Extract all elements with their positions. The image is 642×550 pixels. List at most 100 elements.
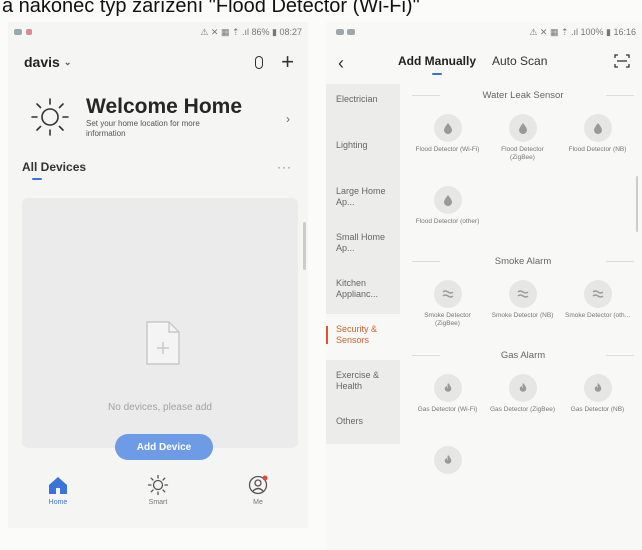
bottom-tab-bar: Home Smart Me (8, 466, 308, 528)
home-name: davis (24, 54, 60, 70)
flame-icon (433, 446, 462, 474)
category-item-electrician[interactable]: Electrician (326, 84, 400, 130)
empty-devices-panel: No devices, please add Add Device (22, 198, 298, 460)
device-content: Water Leak Sensor Flood Detector (Wi-Fi)… (404, 84, 642, 510)
chevron-right-icon: › (286, 112, 290, 126)
device-item[interactable]: Smoke Detector (NB) (485, 272, 560, 344)
tab-label: Home (48, 499, 68, 506)
smoke-icon (583, 280, 612, 308)
scrollbar (636, 176, 638, 232)
category-list: Electrician Lighting Large Home Ap... Sm… (326, 84, 400, 444)
status-icons (14, 29, 32, 35)
device-grid: Flood Detector (Wi-Fi) Flood Detector (Z… (404, 106, 642, 250)
water-drop-icon (508, 114, 537, 142)
water-drop-icon (433, 186, 462, 214)
water-drop-icon (583, 114, 612, 142)
caption-text: a nakonec typ zařízení "Flood Detector (… (2, 0, 420, 17)
device-label: Smoke Detector (ZigBee) (424, 312, 471, 327)
profile-icon (248, 475, 268, 495)
device-label: Gas Detector (Wi-Fi) (417, 406, 478, 413)
device-item[interactable]: Smoke Detector (oth... (560, 272, 635, 344)
home-screen: ⚠ ✕ ▦ ⇡ .ıl 86% ▮ 08:27 davis ⌄ + Welcom… (8, 22, 308, 528)
smoke-icon (508, 280, 537, 308)
device-item[interactable] (410, 438, 485, 510)
notification-icon (26, 29, 32, 35)
tab-smart[interactable]: Smart (128, 474, 188, 506)
device-label: Flood Detector (other) (415, 218, 480, 225)
home-header: davis ⌄ + (8, 42, 308, 82)
notification-icon (14, 29, 22, 35)
tab-me[interactable]: Me (228, 474, 288, 506)
device-item[interactable]: Smoke Detector (ZigBee) (410, 272, 485, 344)
scan-icon[interactable] (614, 54, 630, 68)
flame-icon (433, 374, 462, 402)
tab-underline (432, 73, 442, 75)
tab-label: Smart (148, 499, 168, 506)
back-arrow-icon[interactable]: ‹ (326, 53, 356, 74)
device-label: Gas Detector (ZigBee) (489, 406, 556, 413)
device-item[interactable]: Gas Detector (ZigBee) (485, 366, 560, 438)
chevron-down-icon: ⌄ (63, 56, 72, 67)
section-title: Gas Alarm (500, 349, 546, 361)
status-icons (336, 27, 355, 37)
category-item-security-sensors[interactable]: Security & Sensors (326, 314, 400, 360)
device-item[interactable]: Flood Detector (Wi-Fi) (410, 106, 485, 178)
category-item-exercise-health[interactable]: Exercise & Health (326, 360, 400, 406)
device-item[interactable]: Flood Detector (NB) (560, 106, 635, 178)
device-grid: Gas Detector (Wi-Fi) Gas Detector (ZigBe… (404, 366, 642, 510)
section-header: Gas Alarm (404, 344, 642, 366)
nav-header: ‹ Add Manually Auto Scan (326, 42, 642, 84)
device-label: Flood Detector (NB) (568, 146, 627, 153)
device-label: Flood Detector (Wi-Fi) (415, 146, 480, 153)
home-icon (49, 477, 67, 494)
add-file-icon (146, 321, 180, 365)
category-item-others[interactable]: Others (326, 406, 400, 452)
device-item[interactable]: Flood Detector (ZigBee) (485, 106, 560, 178)
status-right: ⚠ ✕ ▦ ⇡ .ıl 86% ▮ 08:27 (200, 26, 302, 37)
device-label: Flood Detector (ZigBee) (501, 146, 544, 161)
device-grid: Smoke Detector (ZigBee) Smoke Detector (… (404, 272, 642, 344)
category-item-large-home-appliances[interactable]: Large Home Ap... (326, 176, 400, 222)
section-title: Water Leak Sensor (482, 89, 564, 101)
status-right: ⚠ ✕ ▦ ⇡ .ıl 100% ▮ 16:16 (529, 26, 636, 37)
section-title: Smoke Alarm (494, 255, 552, 267)
tab-label: Me (253, 499, 263, 506)
notification-icon (346, 29, 355, 35)
sun-icon (31, 98, 69, 136)
status-bar: ⚠ ✕ ▦ ⇡ .ıl 100% ▮ 16:16 (326, 22, 642, 42)
sun-icon (147, 474, 169, 496)
tab-all-devices[interactable]: All Devices (22, 160, 86, 174)
add-device-screen: ⚠ ✕ ▦ ⇡ .ıl 100% ▮ 16:16 ‹ Add Manually … (326, 22, 642, 550)
tab-add-manually[interactable]: Add Manually (398, 54, 476, 68)
notification-icon (336, 29, 344, 35)
category-item-small-home-appliances[interactable]: Small Home Ap... (326, 222, 400, 268)
device-item[interactable]: Gas Detector (Wi-Fi) (410, 366, 485, 438)
device-label: Smoke Detector (NB) (491, 312, 554, 319)
flame-icon (583, 374, 612, 402)
microphone-icon[interactable] (255, 55, 264, 69)
welcome-banner[interactable]: Welcome Home Set your home location for … (8, 82, 308, 152)
status-bar: ⚠ ✕ ▦ ⇡ .ıl 86% ▮ 08:27 (8, 22, 308, 42)
tab-auto-scan[interactable]: Auto Scan (492, 54, 547, 68)
devices-header: All Devices ··· (8, 152, 308, 182)
tab-underline (32, 178, 42, 180)
more-icon[interactable]: ··· (277, 160, 292, 174)
flame-icon (508, 374, 537, 402)
category-item-lighting[interactable]: Lighting (326, 130, 400, 176)
empty-message: No devices, please add (108, 402, 212, 413)
welcome-title: Welcome Home (86, 95, 242, 118)
device-label: Smoke Detector (oth... (564, 312, 631, 319)
scrollbar (303, 222, 306, 270)
add-device-button[interactable]: Add Device (115, 434, 213, 460)
device-item[interactable]: Gas Detector (NB) (560, 366, 635, 438)
home-selector[interactable]: davis ⌄ (24, 54, 71, 70)
welcome-subtitle: Set your home location for more informat… (86, 119, 200, 138)
device-item[interactable]: Flood Detector (other) (410, 178, 485, 250)
category-item-kitchen-appliances[interactable]: Kitchen Applianc... (326, 268, 400, 314)
tab-home[interactable]: Home (28, 474, 88, 506)
water-drop-icon (433, 114, 462, 142)
section-header: Water Leak Sensor (404, 84, 642, 106)
smoke-icon (433, 280, 462, 308)
add-icon[interactable]: + (281, 51, 294, 73)
device-label: Gas Detector (NB) (570, 406, 625, 413)
